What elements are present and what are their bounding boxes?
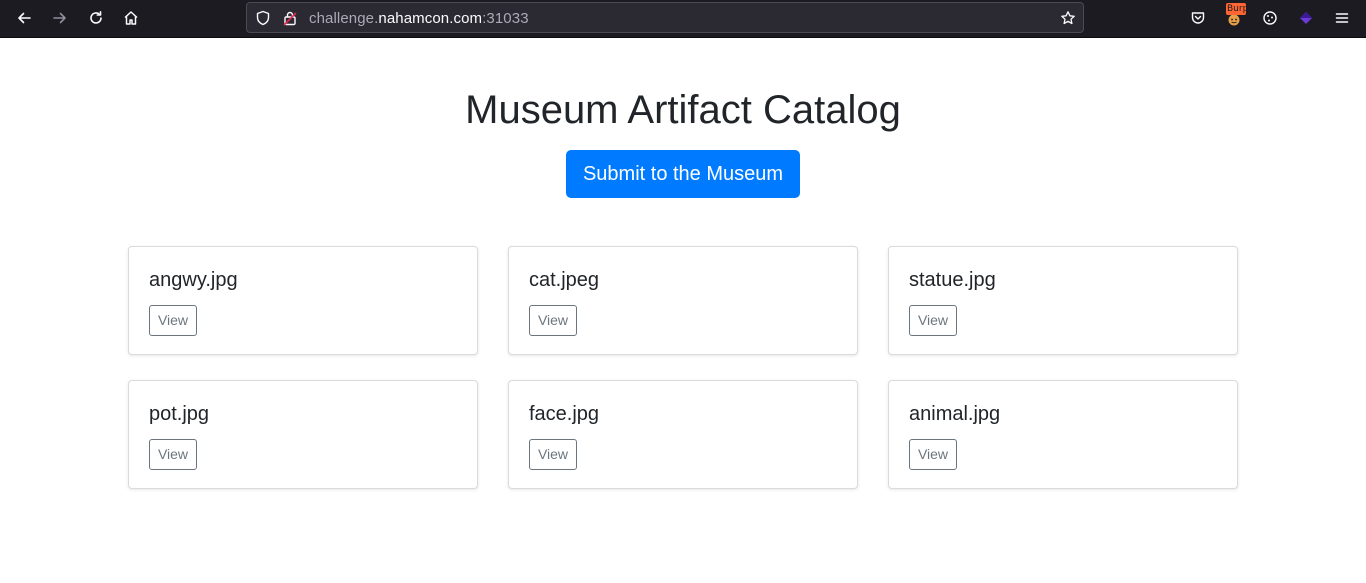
artifact-card: angwy.jpg View: [128, 246, 478, 355]
reload-icon[interactable]: [82, 5, 110, 31]
home-icon[interactable]: [117, 5, 145, 31]
submit-to-museum-button[interactable]: Submit to the Museum: [566, 150, 800, 198]
view-button[interactable]: View: [909, 439, 957, 470]
url-prefix: challenge.: [309, 10, 379, 27]
artifact-name: statue.jpg: [909, 269, 996, 291]
lock-icon[interactable]: [281, 9, 299, 27]
url-domain: nahamcon.com: [378, 10, 483, 27]
star-icon[interactable]: [1059, 9, 1077, 27]
artifact-card: cat.jpeg View: [508, 246, 858, 355]
url-text[interactable]: challenge.nahamcon.com:31033: [309, 10, 529, 27]
burp-badge: Burp: [1226, 3, 1246, 15]
view-button[interactable]: View: [149, 305, 197, 336]
url-port: :31033: [482, 10, 529, 27]
shield-icon[interactable]: [254, 9, 272, 27]
back-icon[interactable]: [10, 5, 38, 31]
extension-icon[interactable]: [1292, 5, 1320, 31]
artifact-card: pot.jpg View: [128, 380, 478, 489]
artifact-card: face.jpg View: [508, 380, 858, 489]
url-bar[interactable]: challenge.nahamcon.com:31033: [246, 2, 1084, 33]
menu-icon[interactable]: [1328, 5, 1356, 31]
pocket-icon[interactable]: [1184, 5, 1212, 31]
forward-icon[interactable]: [46, 5, 74, 31]
view-button[interactable]: View: [909, 305, 957, 336]
artifact-name: pot.jpg: [149, 403, 210, 425]
page-title: Museum Artifact Catalog: [465, 88, 901, 132]
artifact-name: animal.jpg: [909, 403, 1001, 425]
artifact-card: animal.jpg View: [888, 380, 1238, 489]
browser-toolbar: challenge.nahamcon.com:31033 Burp: [0, 0, 1366, 38]
artifact-card: statue.jpg View: [888, 246, 1238, 355]
artifact-name: angwy.jpg: [149, 269, 238, 291]
view-button[interactable]: View: [149, 439, 197, 470]
artifact-name: cat.jpeg: [529, 269, 600, 291]
artifact-name: face.jpg: [529, 403, 600, 425]
view-button[interactable]: View: [529, 439, 577, 470]
artifact-grid: angwy.jpg View cat.jpeg View statue.jpg …: [128, 246, 1238, 489]
cookie-icon[interactable]: [1256, 5, 1284, 31]
view-button[interactable]: View: [529, 305, 577, 336]
